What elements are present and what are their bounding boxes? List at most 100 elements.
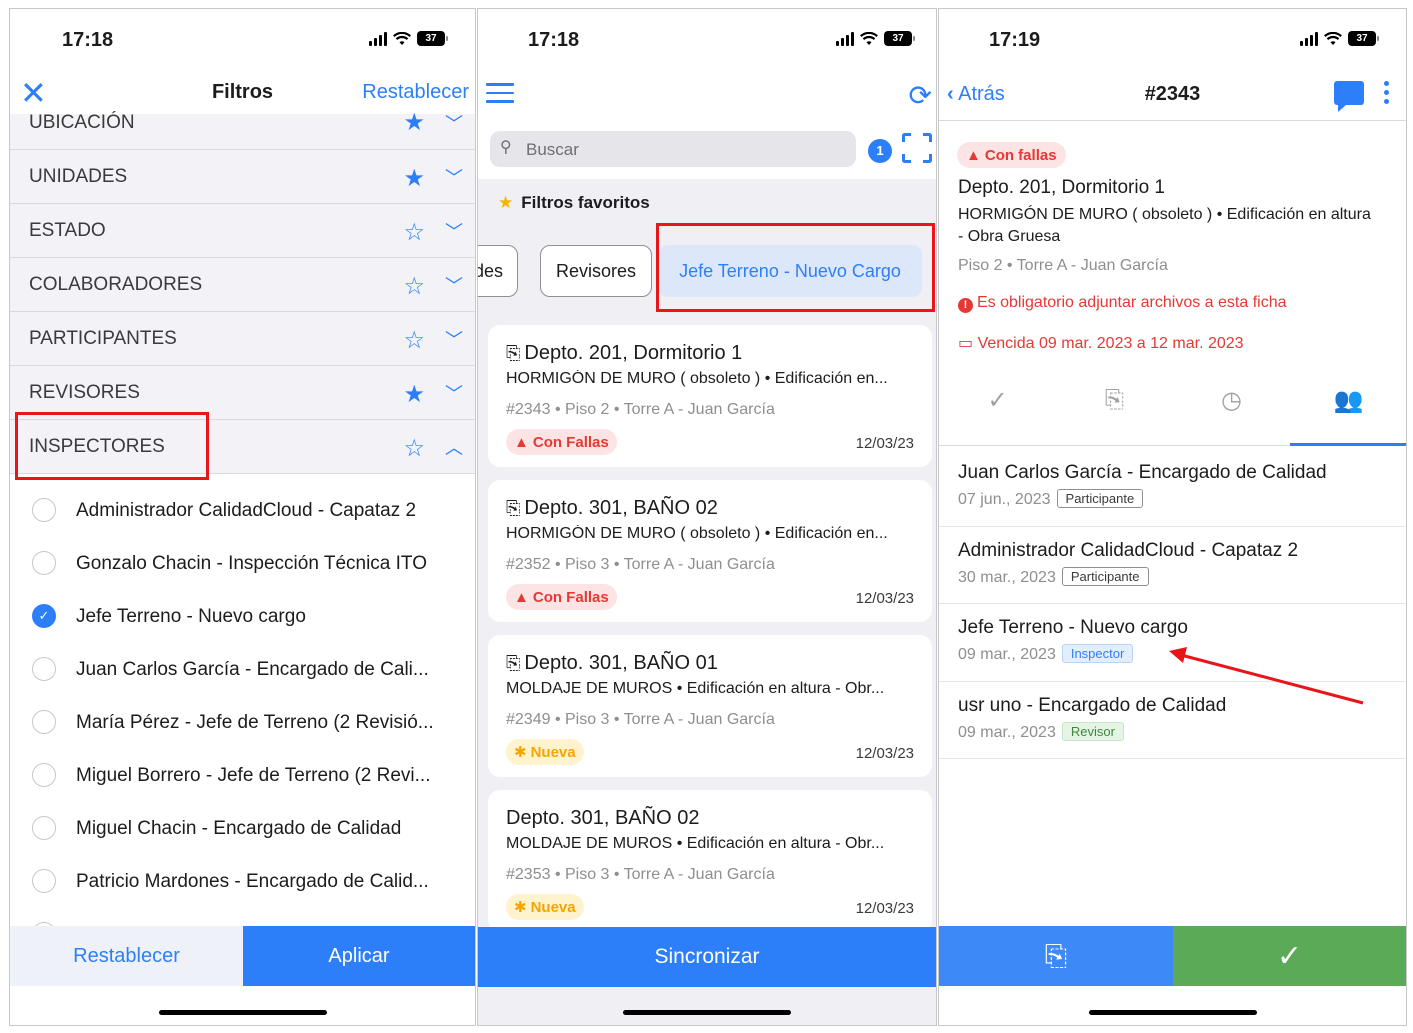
reset-button[interactable]: Restablecer [10,926,243,986]
asterisk-icon: ✱ [514,744,527,761]
issue-card[interactable]: Depto. 301, BAÑO 02 MOLDAJE DE MUROS • Ed… [488,790,932,932]
participant-date: 09 mar., 2023 [958,723,1056,741]
inspector-option[interactable]: María Pérez - Jefe de Terreno (2 Revisió… [10,696,475,749]
status-label: Con Fallas [532,433,609,451]
filter-chip[interactable]: des [478,245,518,297]
status-time: 17:18 [62,29,114,51]
paperclip-icon: ⎘ [506,498,521,518]
star-filled-icon[interactable]: ★ [403,108,425,137]
star-outline-icon[interactable]: ☆ [403,218,425,247]
radio-icon[interactable] [32,551,56,575]
issue-title-text: Depto. 201, Dormitorio 1 [524,342,743,364]
chat-icon[interactable] [1334,81,1364,112]
inspector-option[interactable]: Miguel Chacin - Encargado de Calidad [10,802,475,855]
inspector-option[interactable]: ✓ Jefe Terreno - Nuevo cargo [10,590,475,643]
inspector-option[interactable]: Juan Carlos García - Encargado de Cali..… [10,643,475,696]
issue-title-text: Depto. 301, BAÑO 01 [524,652,718,674]
filter-category-label: UBICACIÓN [29,112,135,133]
radio-icon[interactable] [32,816,56,840]
issue-card[interactable]: ⎘ Depto. 301, BAÑO 02 HORMIGÓN DE MURO ( o… [488,480,932,622]
chevron-down-icon[interactable]: ﹀ [445,218,463,244]
inspector-option[interactable]: Administrador CalidadCloud - Capataz 2 [10,484,475,537]
menu-icon[interactable] [486,83,514,109]
star-outline-icon[interactable]: ☆ [403,434,425,463]
paperclip-icon: ⎘ [506,343,521,363]
tab-attachments[interactable]: ⎘ [1056,386,1173,414]
more-icon[interactable] [1384,81,1390,108]
star-outline-icon[interactable]: ☆ [403,326,425,355]
participant-date-row: 09 mar., 2023 Inspector [958,644,1134,664]
paperclip-icon: ⎘ [1104,386,1125,413]
detail-header: ‹ Atrás #2343 [939,69,1406,121]
issue-title-text: Depto. 301, BAÑO 02 [506,807,700,829]
attach-button[interactable]: ⎘ [939,926,1173,986]
home-indicator [1088,1010,1257,1015]
inspector-option[interactable]: Gonzalo Chacin - Inspección Técnica ITO [10,537,475,590]
filter-category[interactable]: COLABORADORES ☆ ﹀ [10,258,475,312]
filter-category[interactable]: UNIDADES ★ ﹀ [10,150,475,204]
sync-button[interactable]: Sincronizar [478,927,936,987]
search-placeholder: Buscar [526,140,579,159]
radio-icon[interactable] [32,710,56,734]
inspector-option-label: Juan Carlos García - Encargado de Cali..… [76,659,429,680]
inspector-option-label: Patricio Mardones - Encargado de Calid..… [76,871,429,892]
issue-title: ⎘ Depto. 201, Dormitorio 1 [506,342,742,365]
filter-category[interactable]: ESTADO ☆ ﹀ [10,204,475,258]
status-badge: ▲ Con Fallas [506,429,617,455]
item-title: Depto. 201, Dormitorio 1 [958,177,1165,198]
participant-row[interactable]: Juan Carlos García - Encargado de Calida… [939,449,1406,527]
star-outline-icon[interactable]: ☆ [403,272,425,301]
chevron-down-icon[interactable]: ﹀ [445,380,463,406]
apply-button[interactable]: Aplicar [243,926,475,986]
due-text: Vencida 09 mar. 2023 a 12 mar. 2023 [977,335,1244,352]
signal-icon [1300,31,1318,46]
filter-count-badge[interactable]: 1 [868,139,892,163]
filter-chip[interactable]: Revisores [540,245,652,297]
role-badge: Participante [1061,566,1149,586]
issue-card[interactable]: ⎘ Depto. 301, BAÑO 01 MOLDAJE DE MUROS • E… [488,635,932,777]
reset-link[interactable]: Restablecer [362,81,469,104]
issue-date: 12/03/23 [855,435,914,452]
chevron-up-icon[interactable]: ︿ [445,434,463,460]
inspector-option[interactable]: Miguel Borrero - Jefe de Terreno (2 Revi… [10,749,475,802]
calendar-icon: ▭ [958,335,974,352]
battery-icon: 37 [1348,31,1379,46]
expand-icon[interactable] [902,133,932,163]
inspector-option[interactable]: Patricio Mardones - Encargado de Calid..… [10,855,475,908]
search-input[interactable]: ⚲ Buscar [490,131,856,167]
annotation-arrow [1169,647,1364,705]
status-label: Nueva [530,743,576,761]
tab-participants[interactable]: 👥 [1290,386,1406,415]
active-tab-indicator [1290,443,1406,446]
participant-row[interactable]: Administrador CalidadCloud - Capataz 2 30… [939,527,1406,604]
inspector-options: Administrador CalidadCloud - Capataz 2 Go… [10,484,475,961]
status-time: 17:19 [989,29,1041,51]
chevron-down-icon[interactable]: ﹀ [445,272,463,298]
chevron-down-icon[interactable]: ﹀ [445,164,463,190]
tab-checklist[interactable]: ✓ [939,386,1056,415]
paperclip-icon: ⎘ [1044,939,1068,971]
search-icon: ⚲ [500,139,512,156]
filter-category-label: PARTICIPANTES [29,328,177,349]
tab-history[interactable]: ◷ [1173,386,1290,415]
sync-icon[interactable]: ⟳ [909,79,932,112]
radio-icon[interactable] [32,869,56,893]
radio-checked-icon[interactable]: ✓ [32,604,56,628]
filter-category[interactable]: PARTICIPANTES ☆ ﹀ [10,312,475,366]
star-filled-icon[interactable]: ★ [403,380,425,409]
radio-icon[interactable] [32,498,56,522]
inspector-option-label: Miguel Chacin - Encargado de Calidad [76,818,402,839]
clock-icon: ◷ [1221,387,1242,414]
issue-card[interactable]: ⎘ Depto. 201, Dormitorio 1 HORMIGÓN DE MUR… [488,325,932,467]
chevron-down-icon[interactable]: ﹀ [445,110,463,136]
filter-category[interactable]: UBICACIÓN ★ ﹀ [10,109,475,150]
radio-icon[interactable] [32,763,56,787]
warning-icon: ▲ [514,433,529,451]
radio-icon[interactable] [32,657,56,681]
star-filled-icon[interactable]: ★ [403,164,425,193]
warning-icon: ▲ [966,146,981,164]
issue-date: 12/03/23 [855,590,914,607]
chevron-down-icon[interactable]: ﹀ [445,326,463,352]
confirm-button[interactable]: ✓ [1173,926,1406,986]
role-badge: Revisor [1061,721,1124,741]
